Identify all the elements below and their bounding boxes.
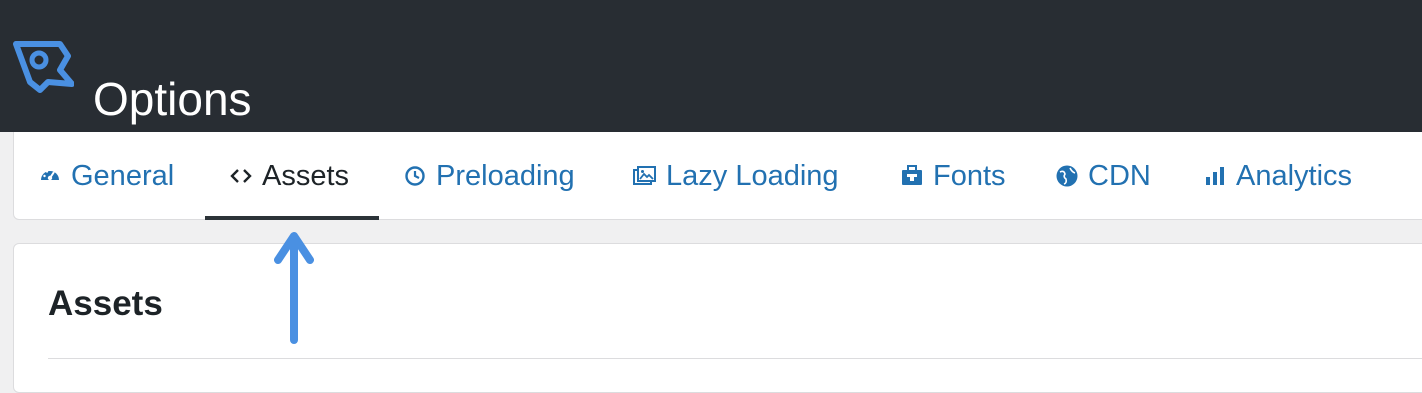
tab-general[interactable]: General <box>38 132 174 220</box>
tab-preloading-label: Preloading <box>436 159 575 192</box>
section-title: Assets <box>48 284 163 323</box>
perfmatters-logo-icon <box>13 41 74 93</box>
active-tab-indicator <box>205 216 379 220</box>
tab-lazy-loading-label: Lazy Loading <box>666 159 839 192</box>
tab-bar: General Assets Preloading Lazy Loading F… <box>13 132 1422 220</box>
tab-cdn[interactable]: CDN <box>1055 132 1151 220</box>
assets-panel: Assets <box>13 243 1422 393</box>
tab-fonts-label: Fonts <box>933 159 1006 192</box>
tab-assets[interactable]: Assets <box>229 132 349 220</box>
tab-cdn-label: CDN <box>1088 159 1151 192</box>
bar-chart-icon <box>1203 164 1227 188</box>
arrow-up-icon <box>274 232 314 344</box>
tab-preloading[interactable]: Preloading <box>403 132 575 220</box>
code-icon <box>229 164 253 188</box>
tab-general-label: General <box>71 159 175 192</box>
section-divider <box>48 358 1422 359</box>
tab-assets-label: Assets <box>262 159 350 192</box>
dashboard-icon <box>38 164 62 188</box>
tab-lazy-loading[interactable]: Lazy Loading <box>633 132 839 220</box>
top-header: Options <box>0 0 1422 132</box>
images-icon <box>633 164 657 188</box>
tab-analytics[interactable]: Analytics <box>1203 132 1352 220</box>
font-box-icon <box>900 164 924 188</box>
clock-icon <box>403 164 427 188</box>
tab-analytics-label: Analytics <box>1236 159 1353 192</box>
tab-fonts[interactable]: Fonts <box>900 132 1006 220</box>
page-title: Options <box>93 72 252 125</box>
globe-icon <box>1055 164 1079 188</box>
